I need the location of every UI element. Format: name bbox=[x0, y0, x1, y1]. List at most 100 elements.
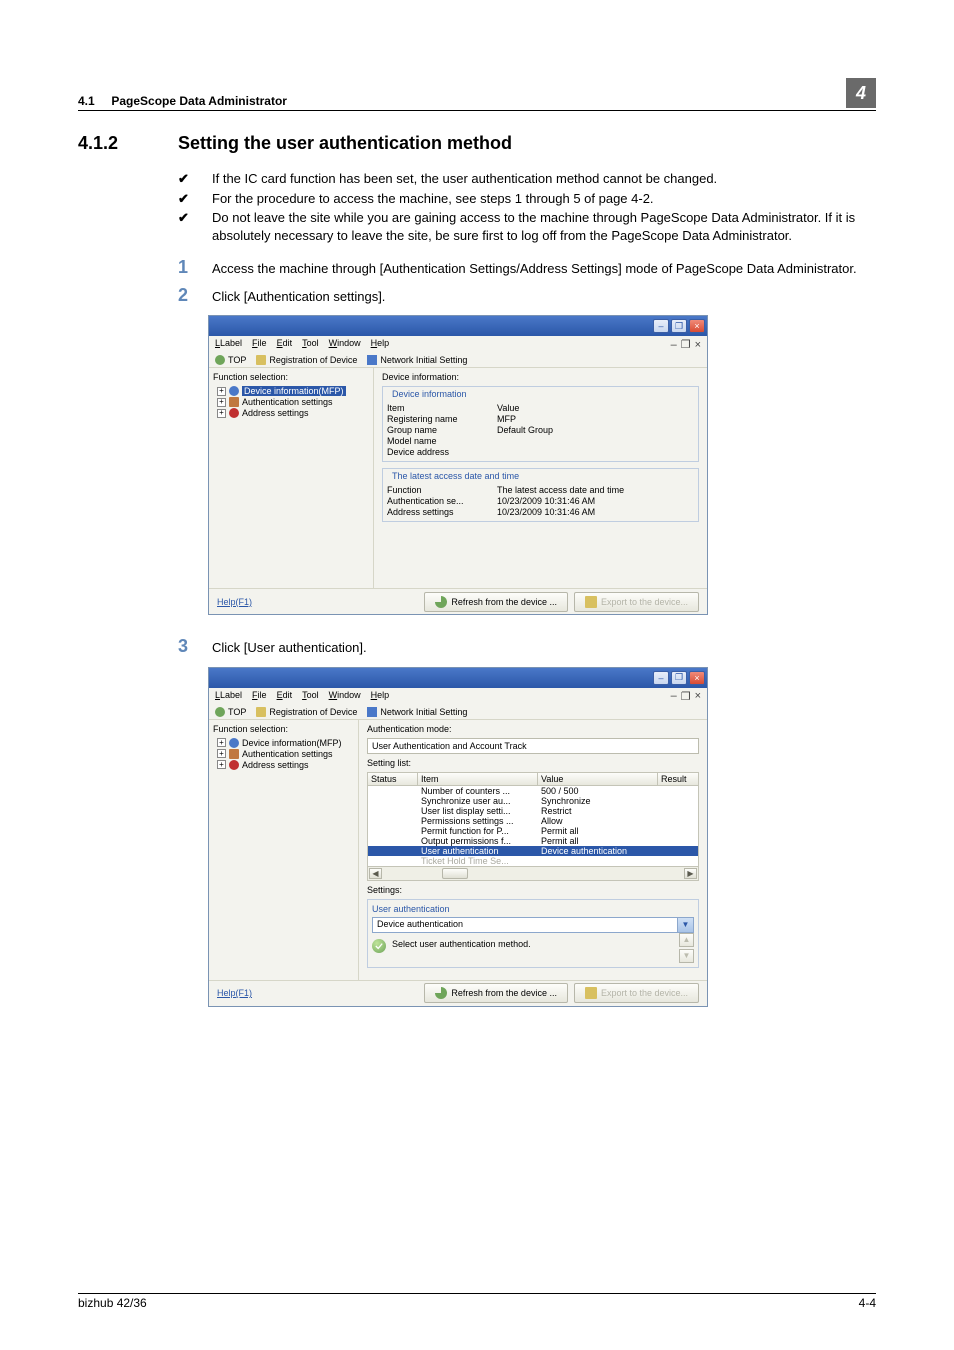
kv-key: Function bbox=[387, 485, 497, 495]
dialog-authentication-mode: – ❐ × LLabel File Edit Tool Window Help … bbox=[208, 667, 708, 1007]
menu-file[interactable]: File bbox=[252, 338, 267, 351]
refresh-button[interactable]: Refresh from the device ... bbox=[424, 983, 568, 1003]
button-label: Export to the device... bbox=[601, 988, 688, 998]
close-button[interactable]: × bbox=[689, 671, 705, 685]
cell-value: Permit all bbox=[538, 836, 658, 846]
scroll-right-button[interactable]: ▶ bbox=[684, 868, 697, 879]
menu-help[interactable]: Help bbox=[371, 690, 390, 703]
expander-icon[interactable]: + bbox=[217, 409, 226, 418]
step-item: 3 Click [User authentication]. bbox=[178, 637, 876, 657]
cell-value: Device authentication bbox=[538, 846, 658, 856]
cell-item: User list display setti... bbox=[418, 806, 538, 816]
chapter-badge: 4 bbox=[846, 78, 876, 108]
menu-window[interactable]: Window bbox=[329, 338, 361, 351]
close-button[interactable]: × bbox=[689, 319, 705, 333]
panel-title: Device information: bbox=[382, 372, 699, 382]
menu-window[interactable]: Window bbox=[329, 690, 361, 703]
expander-icon[interactable]: + bbox=[217, 738, 226, 747]
heading-2-number: 4.1.2 bbox=[78, 133, 178, 154]
kv-key: Model name bbox=[387, 436, 497, 446]
mdi-minimize-button[interactable]: – bbox=[671, 690, 677, 702]
cell-item: Output permissions f... bbox=[418, 836, 538, 846]
col-result[interactable]: Result bbox=[658, 773, 698, 785]
horizontal-scrollbar[interactable]: ◀ ▶ bbox=[367, 867, 699, 881]
tree-item-device-info[interactable]: +Device information(MFP) bbox=[217, 386, 369, 396]
back-icon bbox=[215, 355, 225, 365]
titlebar: – ❐ × bbox=[209, 668, 707, 688]
menu-edit[interactable]: Edit bbox=[277, 338, 293, 351]
step-item: 1 Access the machine through [Authentica… bbox=[178, 258, 876, 278]
user-auth-dropdown[interactable]: Device authentication ▼ bbox=[372, 917, 694, 933]
tree-item-auth[interactable]: +Authentication settings bbox=[217, 397, 369, 407]
tree-item-address[interactable]: +Address settings bbox=[217, 760, 354, 770]
latest-access-group: The latest access date and time Function… bbox=[382, 468, 699, 522]
toolbar-register[interactable]: Registration of Device bbox=[256, 355, 357, 365]
mdi-close-button[interactable]: × bbox=[695, 339, 701, 351]
col-status[interactable]: Status bbox=[368, 773, 418, 785]
tree-item-device-info[interactable]: +Device information(MFP) bbox=[217, 738, 354, 748]
tree-item-address[interactable]: +Address settings bbox=[217, 408, 369, 418]
list-row: Synchronize user au...Synchronize bbox=[368, 796, 698, 806]
step-text: Click [Authentication settings]. bbox=[212, 286, 385, 306]
menu-label[interactable]: LLabel bbox=[215, 338, 242, 351]
cell-item: Ticket Hold Time Se... bbox=[418, 856, 538, 866]
col-value[interactable]: Value bbox=[538, 773, 658, 785]
footer-left: bizhub 42/36 bbox=[78, 1296, 147, 1310]
expander-icon[interactable]: + bbox=[217, 398, 226, 407]
col-item[interactable]: Item bbox=[418, 773, 538, 785]
bullet-item: ✔For the procedure to access the machine… bbox=[178, 190, 876, 208]
device-icon bbox=[256, 707, 266, 717]
titlebar: – ❐ × bbox=[209, 316, 707, 336]
chevron-down-icon[interactable]: ▼ bbox=[677, 918, 693, 932]
function-tree: Function selection: +Device information(… bbox=[209, 368, 374, 588]
maximize-button[interactable]: ❐ bbox=[671, 319, 687, 333]
minimize-button[interactable]: – bbox=[653, 671, 669, 685]
help-link[interactable]: Help(F1) bbox=[217, 597, 418, 607]
mdi-close-button[interactable]: × bbox=[695, 690, 701, 702]
scroll-left-button[interactable]: ◀ bbox=[369, 868, 382, 879]
refresh-icon bbox=[435, 596, 447, 608]
menu-file[interactable]: File bbox=[252, 690, 267, 703]
menu-help[interactable]: Help bbox=[371, 338, 390, 351]
tree-label: Authentication settings bbox=[242, 749, 333, 759]
menu-text: Label bbox=[220, 338, 242, 348]
footer-right: 4-4 bbox=[859, 1296, 876, 1310]
expander-icon[interactable]: + bbox=[217, 749, 226, 758]
help-link[interactable]: Help(F1) bbox=[217, 988, 418, 998]
move-down-button[interactable]: ▼ bbox=[679, 949, 694, 963]
mdi-restore-button[interactable]: ❐ bbox=[681, 690, 691, 703]
mdi-minimize-button[interactable]: – bbox=[671, 339, 677, 351]
refresh-button[interactable]: Refresh from the device ... bbox=[424, 592, 568, 612]
check-icon: ✔ bbox=[178, 170, 212, 188]
toolbar-top[interactable]: TOP bbox=[215, 707, 246, 717]
maximize-button[interactable]: ❐ bbox=[671, 671, 687, 685]
list-row-selected: User authenticationDevice authentication bbox=[368, 846, 698, 856]
toolbar-register[interactable]: Registration of Device bbox=[256, 707, 357, 717]
kv-key: Device address bbox=[387, 447, 497, 457]
cell-value: Allow bbox=[538, 816, 658, 826]
expander-icon[interactable]: + bbox=[217, 760, 226, 769]
mdi-restore-button[interactable]: ❐ bbox=[681, 338, 691, 351]
refresh-icon bbox=[435, 987, 447, 999]
cell-value: Permit all bbox=[538, 826, 658, 836]
network-icon bbox=[367, 707, 377, 717]
menu-tool[interactable]: Tool bbox=[302, 690, 319, 703]
tree-item-auth[interactable]: + Authentication settings bbox=[217, 749, 354, 759]
toolbar-network[interactable]: Network Initial Setting bbox=[367, 355, 467, 365]
cell-item: User authentication bbox=[418, 846, 538, 856]
setting-list[interactable]: Number of counters ...500 / 500 Synchron… bbox=[367, 786, 699, 867]
minimize-button[interactable]: – bbox=[653, 319, 669, 333]
dialog-device-information: – ❐ × LLabel File Edit Tool Window Help … bbox=[208, 315, 708, 615]
scroll-thumb[interactable] bbox=[442, 868, 468, 879]
toolbar-network[interactable]: Network Initial Setting bbox=[367, 707, 467, 717]
check-icon: ✔ bbox=[178, 190, 212, 208]
menu-label[interactable]: LLabel bbox=[215, 690, 242, 703]
toolbar-top[interactable]: TOP bbox=[215, 355, 246, 365]
menu-edit[interactable]: Edit bbox=[277, 690, 293, 703]
bullet-text: For the procedure to access the machine,… bbox=[212, 190, 654, 208]
menu-tool[interactable]: Tool bbox=[302, 338, 319, 351]
move-up-button[interactable]: ▲ bbox=[679, 933, 694, 947]
group-title: User authentication bbox=[372, 904, 694, 914]
expander-icon[interactable]: + bbox=[217, 387, 226, 396]
tree-title: Function selection: bbox=[213, 372, 369, 382]
